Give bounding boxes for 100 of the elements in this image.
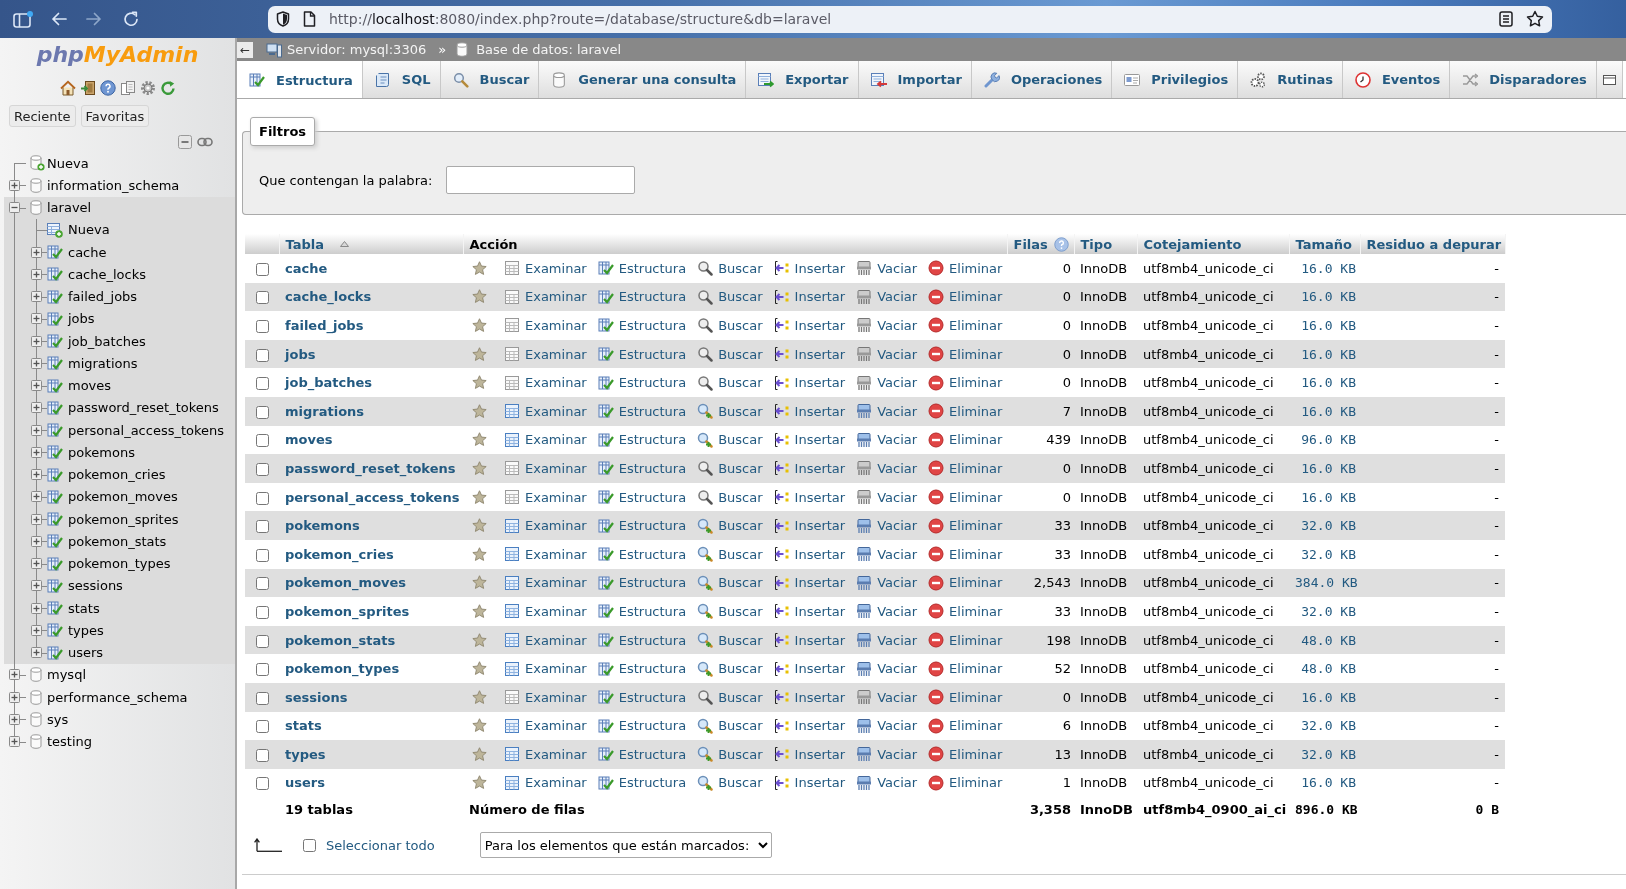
select-all-link[interactable]: Seleccionar todo bbox=[326, 837, 435, 853]
column-header-link[interactable]: Tabla bbox=[285, 236, 324, 252]
star-icon[interactable] bbox=[472, 518, 487, 534]
star-icon[interactable] bbox=[472, 260, 487, 276]
row-checkbox[interactable] bbox=[255, 320, 269, 333]
empty-link[interactable]: Vaciar bbox=[856, 346, 918, 363]
search-link[interactable]: Buscar bbox=[697, 603, 763, 620]
empty-link[interactable]: Vaciar bbox=[856, 574, 918, 591]
table-name-link[interactable]: types bbox=[285, 746, 326, 762]
structure-link[interactable]: Estructura bbox=[597, 689, 687, 706]
search-link[interactable]: Buscar bbox=[697, 717, 763, 734]
browse-link[interactable]: Examinar bbox=[504, 317, 587, 334]
search-link[interactable]: Buscar bbox=[697, 489, 763, 506]
structure-link[interactable]: Estructura bbox=[597, 574, 687, 591]
size-link[interactable]: 16.0 KB bbox=[1301, 346, 1356, 362]
size-link[interactable]: 32.0 KB bbox=[1301, 603, 1356, 619]
tree-item-link[interactable]: types bbox=[68, 622, 104, 638]
drop-link[interactable]: Eliminar bbox=[928, 403, 1003, 420]
size-link[interactable]: 16.0 KB bbox=[1301, 460, 1356, 476]
browse-link[interactable]: Examinar bbox=[504, 517, 587, 534]
insert-link[interactable]: Insertar bbox=[773, 403, 846, 420]
table-name-link[interactable]: pokemon_moves bbox=[285, 575, 407, 591]
column-header-link[interactable]: Residuo a depurar bbox=[1366, 236, 1502, 252]
tree-item-link[interactable]: information_schema bbox=[47, 177, 180, 193]
star-icon[interactable] bbox=[472, 746, 487, 762]
size-link[interactable]: 384.0 KB bbox=[1295, 575, 1358, 591]
size-link[interactable]: 32.0 KB bbox=[1301, 746, 1356, 762]
tab[interactable]: Buscar bbox=[440, 61, 540, 98]
drop-link[interactable]: Eliminar bbox=[928, 746, 1003, 763]
table-name-link[interactable]: moves bbox=[285, 432, 333, 448]
drop-link[interactable]: Eliminar bbox=[928, 689, 1003, 706]
star-icon[interactable] bbox=[472, 375, 487, 391]
browse-link[interactable]: Examinar bbox=[504, 460, 587, 477]
search-link[interactable]: Buscar bbox=[697, 746, 763, 763]
star-icon[interactable] bbox=[472, 489, 487, 505]
structure-link[interactable]: Estructura bbox=[597, 546, 687, 563]
insert-link[interactable]: Insertar bbox=[773, 431, 846, 448]
structure-link[interactable]: Estructura bbox=[597, 431, 687, 448]
tab[interactable]: SQL bbox=[362, 61, 441, 98]
empty-link[interactable]: Vaciar bbox=[856, 517, 918, 534]
search-link[interactable]: Buscar bbox=[697, 660, 763, 677]
bulk-action-select[interactable]: Para los elementos que están marcados: bbox=[479, 832, 772, 859]
expand-icon[interactable] bbox=[31, 513, 42, 525]
empty-link[interactable]: Vaciar bbox=[856, 489, 918, 506]
empty-link[interactable]: Vaciar bbox=[856, 460, 918, 477]
browse-link[interactable]: Examinar bbox=[504, 775, 587, 791]
collapse-icon[interactable] bbox=[9, 202, 20, 214]
empty-link[interactable]: Vaciar bbox=[856, 403, 918, 420]
column-header-link[interactable]: Cotejamiento bbox=[1143, 236, 1242, 252]
back-icon[interactable] bbox=[51, 12, 67, 26]
row-checkbox[interactable] bbox=[255, 348, 269, 362]
size-link[interactable]: 48.0 KB bbox=[1301, 632, 1356, 648]
search-link[interactable]: Buscar bbox=[697, 403, 763, 420]
exit-door-icon[interactable] bbox=[79, 80, 96, 96]
expand-icon[interactable] bbox=[31, 268, 42, 280]
structure-link[interactable]: Estructura bbox=[597, 489, 687, 506]
table-name-link[interactable]: stats bbox=[285, 718, 322, 734]
tree-item-link[interactable]: job_batches bbox=[68, 333, 146, 349]
tree-item-link[interactable]: laravel bbox=[47, 200, 92, 216]
documents-icon[interactable] bbox=[119, 80, 136, 96]
column-header-link[interactable]: Tamaño bbox=[1295, 236, 1352, 252]
tree-item-link[interactable]: pokemon_stats bbox=[68, 533, 167, 549]
tab[interactable]: Disparadores bbox=[1450, 61, 1597, 98]
tree-item-link[interactable]: users bbox=[68, 645, 104, 661]
drop-link[interactable]: Eliminar bbox=[928, 660, 1003, 677]
drop-link[interactable]: Eliminar bbox=[928, 546, 1003, 563]
tree-item-link[interactable]: testing bbox=[47, 734, 93, 750]
insert-link[interactable]: Insertar bbox=[773, 288, 846, 305]
select-all-checkbox[interactable] bbox=[303, 838, 316, 852]
tree-item-link[interactable]: pokemon_moves bbox=[68, 489, 178, 505]
browse-link[interactable]: Examinar bbox=[504, 288, 587, 305]
row-checkbox[interactable] bbox=[255, 691, 269, 705]
search-link[interactable]: Buscar bbox=[697, 775, 763, 791]
size-link[interactable]: 48.0 KB bbox=[1301, 661, 1356, 677]
structure-link[interactable]: Estructura bbox=[597, 317, 687, 334]
expand-icon[interactable] bbox=[31, 446, 42, 458]
tree-item-link[interactable]: failed_jobs bbox=[68, 289, 138, 305]
star-icon[interactable] bbox=[472, 289, 487, 305]
drop-link[interactable]: Eliminar bbox=[928, 775, 1003, 791]
row-checkbox[interactable] bbox=[255, 405, 269, 419]
structure-link[interactable]: Estructura bbox=[597, 374, 687, 391]
row-checkbox[interactable] bbox=[255, 291, 269, 305]
drop-link[interactable]: Eliminar bbox=[928, 288, 1003, 305]
tree-item-link[interactable]: jobs bbox=[68, 311, 95, 327]
structure-link[interactable]: Estructura bbox=[597, 632, 687, 648]
structure-link[interactable]: Estructura bbox=[597, 717, 687, 734]
expand-icon[interactable] bbox=[31, 291, 42, 303]
shield-icon[interactable] bbox=[276, 11, 290, 27]
home-icon[interactable] bbox=[59, 80, 76, 96]
insert-link[interactable]: Insertar bbox=[773, 346, 846, 363]
table-name-link[interactable]: cache bbox=[285, 260, 328, 276]
table-name-link[interactable]: failed_jobs bbox=[285, 318, 364, 333]
table-name-link[interactable]: password_reset_tokens bbox=[285, 460, 456, 476]
row-checkbox[interactable] bbox=[255, 262, 269, 276]
tree-item-link[interactable]: sessions bbox=[68, 578, 123, 594]
tree-item-link[interactable]: mysql bbox=[47, 667, 86, 683]
row-checkbox[interactable] bbox=[255, 748, 269, 762]
empty-link[interactable]: Vaciar bbox=[856, 632, 918, 648]
structure-link[interactable]: Estructura bbox=[597, 288, 687, 305]
size-link[interactable]: 32.0 KB bbox=[1301, 518, 1356, 534]
